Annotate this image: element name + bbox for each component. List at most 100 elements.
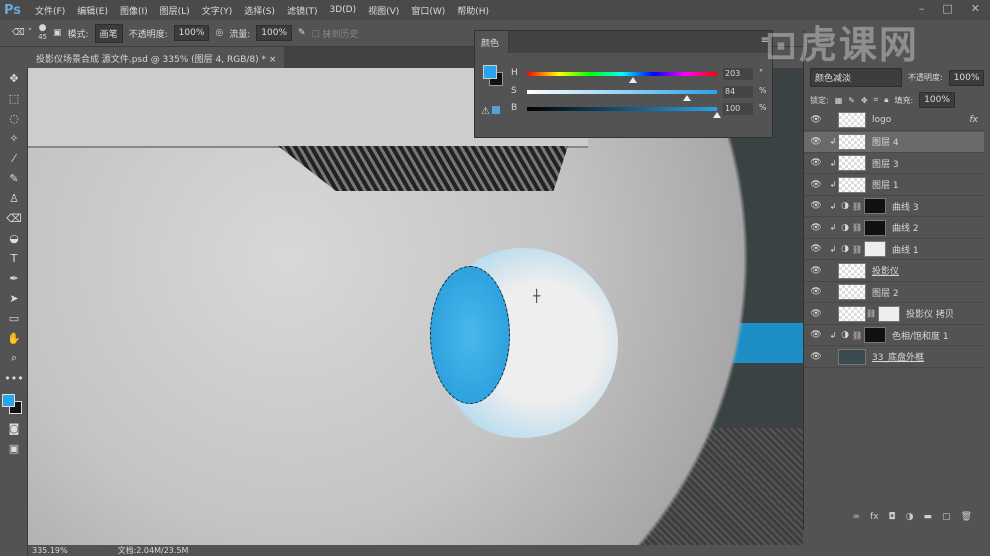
visibility-eye-icon[interactable]: 👁︎ — [804, 158, 828, 168]
lock-artboard-icon[interactable]: ⌗ — [874, 95, 879, 105]
layer-row[interactable]: 👁︎ 33_底盘外框 — [804, 347, 984, 368]
visibility-eye-icon[interactable]: 👁︎ — [804, 352, 828, 362]
document-canvas[interactable]: ┼ — [28, 68, 803, 545]
maximize-icon[interactable]: □ — [942, 2, 952, 15]
visibility-eye-icon[interactable]: 👁︎ — [804, 244, 828, 254]
visibility-eye-icon[interactable]: 👁︎ — [804, 223, 828, 233]
layer-name[interactable]: logo — [872, 115, 891, 125]
brush-tool-icon[interactable]: ✎ — [0, 168, 28, 188]
visibility-eye-icon[interactable]: 👁︎ — [804, 266, 828, 276]
pen-tool-icon[interactable]: ✒ — [0, 268, 28, 288]
hue-thumb[interactable] — [629, 77, 638, 83]
hue-value[interactable]: 203 — [723, 68, 753, 80]
menu-edit[interactable]: 编辑(E) — [71, 4, 114, 17]
layer-name[interactable]: 图层 2 — [872, 286, 899, 299]
brightness-value[interactable]: 100 — [723, 103, 753, 115]
gamut-warning-icon[interactable]: ⚠ — [481, 106, 500, 117]
new-group-icon[interactable]: ▬ — [924, 512, 933, 522]
brush-preset-picker[interactable]: ● 45 — [38, 24, 47, 42]
screen-mode-icon[interactable]: ▣ — [0, 438, 28, 458]
layer-name[interactable]: 图层 1 — [872, 178, 899, 191]
mode-select[interactable]: 画笔 — [94, 23, 123, 43]
delete-layer-icon[interactable]: 🗑︎ — [961, 512, 972, 522]
menu-window[interactable]: 窗口(W) — [405, 4, 451, 17]
layer-row[interactable]: 👁︎ ↲ ◑ ⛓︎ 曲线 3 — [804, 196, 984, 217]
color-panel-tab[interactable]: 颜色 — [475, 31, 509, 53]
link-icon[interactable]: ⛓︎ — [852, 331, 862, 340]
foreground-color[interactable] — [2, 394, 15, 407]
menu-file[interactable]: 文件(F) — [29, 4, 71, 17]
brush-panel-icon[interactable]: ▣ — [53, 28, 62, 38]
blend-mode-select[interactable]: 颜色减淡 — [810, 68, 902, 87]
layer-mask-thumbnail[interactable] — [864, 241, 886, 257]
quick-select-tool-icon[interactable]: ✧ — [0, 128, 28, 148]
menu-image[interactable]: 图像(I) — [114, 4, 154, 17]
lock-transparent-icon[interactable]: ▦ — [835, 96, 843, 105]
visibility-eye-icon[interactable]: 👁︎ — [804, 309, 828, 319]
saturation-thumb[interactable] — [682, 95, 691, 101]
layer-row[interactable]: 👁︎ 投影仪 — [804, 261, 984, 282]
zoom-tool-icon[interactable]: ⌕ — [0, 348, 28, 368]
close-icon[interactable]: ✕ — [971, 2, 980, 15]
fill-input[interactable]: 100% — [919, 92, 955, 108]
visibility-eye-icon[interactable]: 👁︎ — [804, 180, 828, 190]
eraser-tool-icon[interactable]: ⌫ ˅ — [12, 28, 32, 38]
layer-row[interactable]: 👁︎ ⛓︎ 投影仪 拷贝 — [804, 304, 984, 325]
link-icon[interactable]: ⛓︎ — [866, 309, 876, 318]
layer-mask-thumbnail[interactable] — [864, 219, 886, 236]
visibility-eye-icon[interactable]: 👁︎ — [804, 201, 828, 211]
link-layers-icon[interactable]: ∞ — [853, 512, 861, 522]
more-tools-icon[interactable]: ••• — [0, 368, 28, 388]
path-select-tool-icon[interactable]: ➤ — [0, 288, 28, 308]
saturation-value[interactable]: 84 — [723, 86, 753, 98]
marquee-tool-icon[interactable]: ⬚ — [0, 88, 28, 108]
saturation-slider[interactable]: S 84 % — [511, 86, 771, 101]
layer-name[interactable]: 投影仪 — [872, 264, 899, 277]
move-tool-icon[interactable]: ✥ — [0, 68, 28, 88]
color-swatches[interactable] — [0, 388, 27, 418]
layer-name[interactable]: 图层 4 — [872, 135, 899, 148]
layer-row[interactable]: 👁︎ ↲ ◑ ⛓︎ 曲线 1 — [804, 239, 984, 260]
menu-layer[interactable]: 图层(L) — [154, 4, 196, 17]
eyedropper-tool-icon[interactable]: ⁄ — [0, 148, 28, 168]
layer-mask-thumbnail[interactable] — [864, 327, 886, 343]
menu-3d[interactable]: 3D(D) — [324, 5, 363, 15]
menu-type[interactable]: 文字(Y) — [196, 4, 239, 17]
layer-row[interactable]: 👁︎ ↲ ◑ ⛓︎ 曲线 2 — [804, 218, 984, 239]
layer-row[interactable]: 👁︎ logo fx — [804, 110, 984, 131]
new-layer-icon[interactable]: ▢ — [942, 512, 951, 522]
menu-select[interactable]: 选择(S) — [238, 4, 281, 17]
layer-opacity-input[interactable]: 100% — [948, 69, 985, 86]
fx-badge[interactable]: fx — [970, 115, 979, 125]
link-icon[interactable]: ⛓︎ — [852, 245, 862, 254]
close-tab-icon[interactable]: × — [269, 55, 277, 65]
flow-input[interactable]: 100% — [256, 25, 293, 41]
layer-name[interactable]: 曲线 1 — [892, 243, 919, 256]
layer-name[interactable]: 曲线 3 — [892, 200, 919, 213]
menu-view[interactable]: 视图(V) — [362, 4, 405, 17]
pressure-opacity-icon[interactable]: ◎ — [215, 28, 223, 38]
document-tab[interactable]: 投影仪场景合成 源文件.psd @ 335% (图层 4, RGB/8) * × — [28, 47, 285, 68]
layer-mask-thumbnail[interactable] — [878, 305, 900, 322]
layer-row[interactable]: 👁︎ ↲ 图层 1 — [804, 175, 984, 196]
visibility-eye-icon[interactable]: 👁︎ — [804, 287, 828, 297]
erase-history-checkbox[interactable]: ☐ 抹到历史 — [312, 27, 359, 40]
lock-paint-icon[interactable]: ✎ — [848, 96, 855, 105]
menu-filter[interactable]: 滤镜(T) — [281, 4, 324, 17]
brightness-thumb[interactable] — [713, 112, 721, 118]
lock-position-icon[interactable]: ✥ — [861, 96, 868, 105]
layer-row[interactable]: 👁︎ ↲ ◑ ⛓︎ 色相/饱和度 1 — [804, 325, 984, 346]
panel-menu-icon[interactable]: ≡ — [761, 35, 769, 46]
layer-mask-thumbnail[interactable] — [864, 198, 886, 214]
foreground-swatch[interactable] — [483, 65, 497, 79]
add-style-icon[interactable]: fx — [870, 512, 879, 522]
adjustment-layer-icon[interactable]: ◑ — [906, 512, 914, 522]
layer-row[interactable]: 👁︎ ↲ 图层 4 — [804, 131, 984, 153]
add-mask-icon[interactable]: ◘ — [889, 512, 896, 522]
quick-mask-icon[interactable]: ◙ — [0, 418, 28, 438]
lasso-tool-icon[interactable]: ◌ — [0, 108, 28, 128]
layer-name[interactable]: 色相/饱和度 1 — [892, 329, 949, 342]
visibility-eye-icon[interactable]: 👁︎ — [804, 330, 828, 340]
airbrush-icon[interactable]: ✎ — [298, 28, 306, 38]
minimize-icon[interactable]: – — [919, 2, 925, 15]
